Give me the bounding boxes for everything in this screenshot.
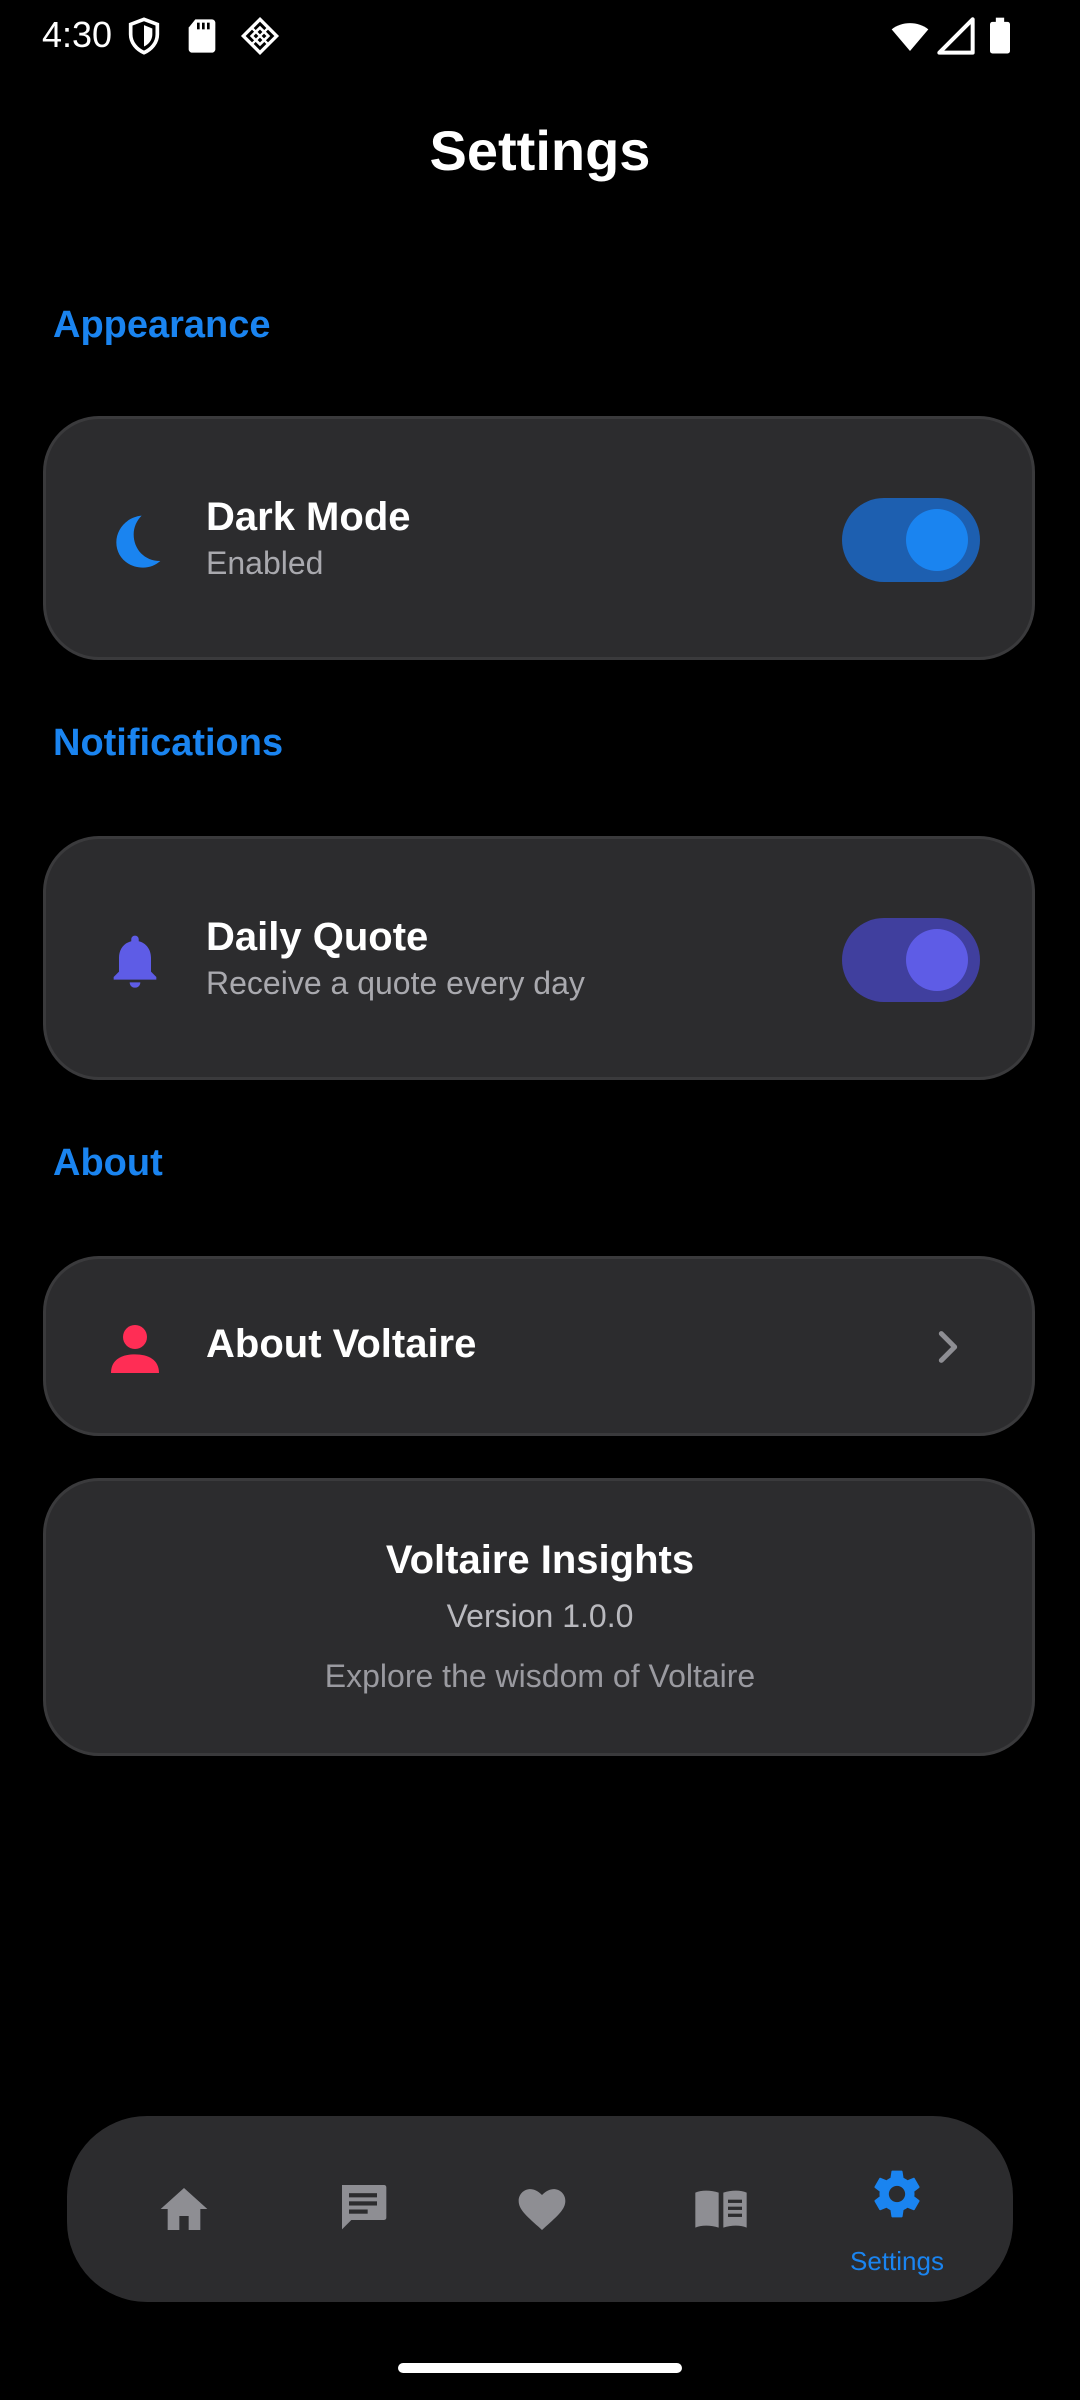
person-icon (111, 1325, 159, 1373)
dark-mode-card[interactable]: Dark Mode Enabled (43, 416, 1035, 660)
bottom-nav: Settings (67, 2116, 1013, 2302)
signal-icon (937, 17, 975, 55)
home-indicator (398, 2363, 682, 2373)
daily-quote-card[interactable]: Daily Quote Receive a quote every day (43, 836, 1035, 1080)
home-icon (160, 2188, 208, 2230)
nav-settings-label: Settings (850, 2246, 944, 2276)
dark-mode-subtitle: Enabled (206, 545, 324, 581)
nav-quotes[interactable] (273, 2116, 453, 2302)
nav-library[interactable] (631, 2116, 811, 2302)
section-header-about: About (53, 1142, 163, 1184)
book-icon (695, 2190, 747, 2228)
daily-quote-toggle[interactable] (842, 918, 980, 1002)
about-voltaire-row[interactable]: About Voltaire (43, 1256, 1035, 1436)
toggle-knob (906, 509, 968, 571)
heart-icon (518, 2189, 566, 2230)
toggle-knob (906, 929, 968, 991)
status-time: 4:30 (42, 14, 113, 55)
app-name: Voltaire Insights (385, 1538, 695, 1582)
section-header-notifications: Notifications (53, 722, 284, 764)
daily-quote-title: Daily Quote (206, 915, 429, 959)
section-header-appearance: Appearance (53, 304, 271, 346)
nav-home[interactable] (94, 2116, 274, 2302)
shield-icon (128, 17, 160, 55)
moon-icon (116, 515, 161, 568)
quotes-icon (342, 2185, 387, 2230)
dark-mode-title: Dark Mode (206, 495, 411, 539)
battery-icon (990, 17, 1010, 54)
nav-favorites[interactable] (452, 2116, 632, 2302)
app-version: Version 1.0.0 (446, 1598, 634, 1634)
daily-quote-subtitle: Receive a quote every day (206, 965, 585, 1001)
vpn-diamond-icon (240, 16, 280, 56)
app-tagline: Explore the wisdom of Voltaire (324, 1658, 756, 1694)
nav-settings[interactable]: Settings (807, 2116, 987, 2302)
about-voltaire-title: About Voltaire (206, 1322, 477, 1366)
wifi-icon (891, 23, 929, 51)
dark-mode-toggle[interactable] (842, 498, 980, 582)
page-title: Settings (429, 119, 651, 182)
gear-icon (874, 2170, 920, 2218)
sd-card-icon (188, 19, 216, 53)
chevron-right-icon (938, 1331, 958, 1363)
bell-icon (113, 935, 157, 988)
status-bar: 4:30 (0, 0, 1080, 72)
